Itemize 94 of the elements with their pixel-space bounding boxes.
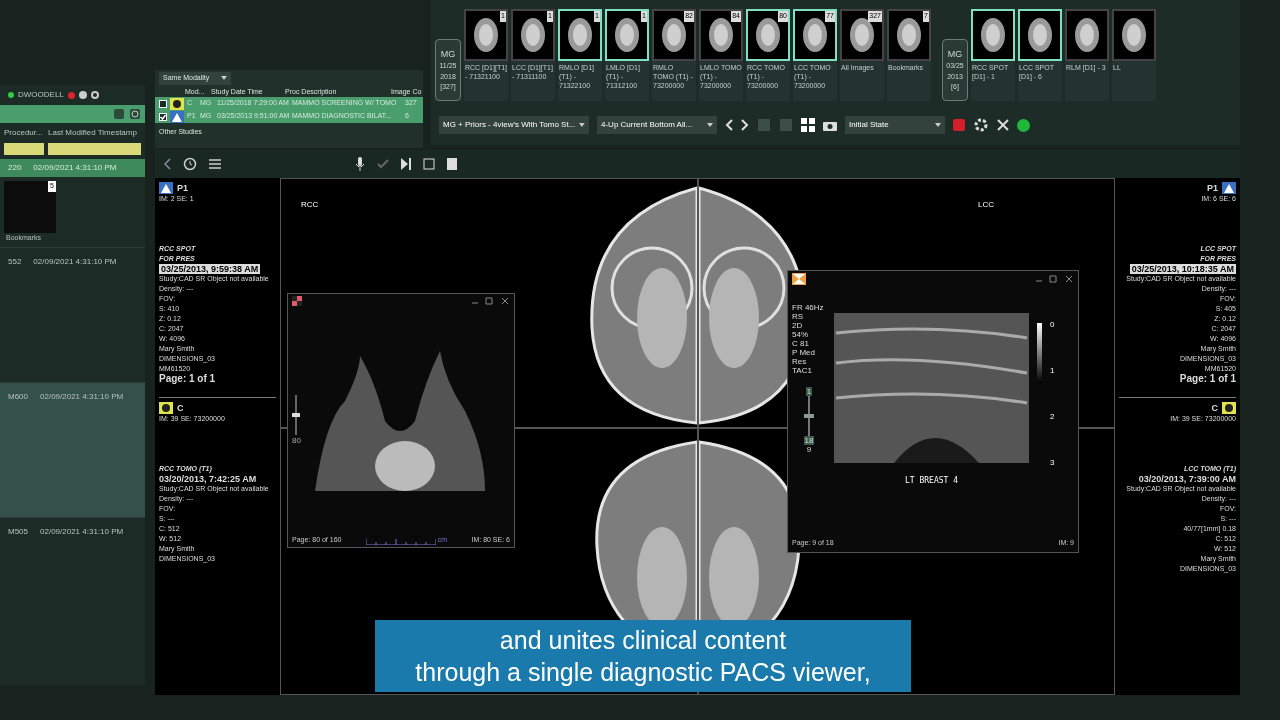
scan-setting: 2D — [792, 321, 804, 330]
viewport-marker: C — [177, 403, 184, 413]
mammogram-thumbnail-drawing — [565, 15, 595, 55]
user-name: DWOODELL — [18, 89, 64, 101]
status-dot-icon — [8, 92, 14, 98]
grid-layout-icon[interactable] — [801, 118, 815, 132]
scan-setting: RS — [792, 312, 805, 321]
scan-setting: TAC1 — [792, 366, 813, 375]
checkmark-icon[interactable] — [377, 159, 389, 169]
slider-label: 9 — [806, 445, 812, 454]
subtitle-line: through a single diagnostic PACS viewer, — [415, 657, 871, 688]
mammogram-thumbnail-drawing — [1025, 15, 1055, 55]
caret-icon — [579, 123, 585, 127]
page-indicator: Page: 1 of 1 — [159, 374, 216, 384]
slider-thumb[interactable] — [804, 414, 814, 418]
refresh-icon[interactable] — [129, 108, 141, 120]
mammogram-thumbnail-drawing — [1119, 15, 1149, 55]
camera-icon[interactable] — [823, 119, 837, 131]
mammogram-thumbnail-drawing — [612, 15, 642, 55]
back-icon[interactable] — [163, 158, 171, 170]
row-timestamp: 02/09/2021 4:31:10 PM — [33, 162, 117, 174]
layout-dropdown[interactable]: 4-Up Current Bottom All... — [597, 116, 717, 134]
viewport-marker: P1 — [177, 183, 188, 193]
row-timestamp: 02/09/2021 4:31:10 PM — [40, 391, 124, 403]
mammogram-thumbnail-drawing — [978, 15, 1008, 55]
settings-icon[interactable] — [90, 91, 99, 99]
row-id: M505 — [8, 526, 28, 538]
state-dropdown[interactable]: Initial State — [845, 116, 945, 134]
image-caption: LT BREAST 4 — [905, 475, 958, 487]
viewport-marker: P1 — [1207, 183, 1218, 193]
worklist-row[interactable]: M600 02/09/2021 4:31:10 PM — [0, 382, 145, 517]
row-id: 552 — [8, 256, 22, 268]
hourglass-icon — [792, 273, 806, 285]
triangle-marker-icon — [170, 110, 184, 123]
view-label: LCC — [978, 199, 994, 211]
microphone-icon[interactable] — [355, 157, 365, 171]
slice-number: 80 — [292, 434, 301, 447]
checker-icon — [292, 296, 302, 306]
subtitle-line: and unites clinical content — [499, 625, 787, 656]
window-controls-icon[interactable] — [1034, 275, 1074, 283]
circle-marker-icon — [170, 97, 184, 110]
depth-label: 1 — [1050, 365, 1055, 377]
filter-field[interactable] — [48, 143, 141, 155]
row-id: M600 — [8, 391, 28, 403]
scan-setting: FR 46Hz — [792, 303, 825, 312]
slider-label: 18 — [803, 436, 815, 445]
depth-label: 2 — [1050, 411, 1055, 423]
next-icon[interactable] — [741, 119, 749, 131]
column-header[interactable]: Procedur... — [4, 127, 44, 139]
mammogram-thumbnail-drawing — [471, 15, 501, 55]
thumbnail-frame[interactable] — [1112, 9, 1156, 61]
caret-icon — [935, 123, 941, 127]
acquisition-date: 03/25/2013, 9:59:38 AM — [159, 264, 261, 274]
hanging-protocol-dropdown[interactable]: MG + Priors - 4view's With Tomo St... — [439, 116, 589, 134]
previous-icon[interactable] — [725, 119, 733, 131]
row-timestamp: 02/09/2021 4:31:10 PM — [40, 526, 124, 538]
external-window-icon[interactable] — [423, 158, 435, 170]
grayscale-bar — [1037, 323, 1042, 383]
viewport-marker: C — [1211, 403, 1218, 413]
close-icon[interactable] — [997, 119, 1009, 131]
scan-setting: C 81 — [792, 339, 810, 348]
filter-field[interactable] — [4, 143, 44, 155]
checkbox[interactable] — [159, 112, 167, 121]
history-icon[interactable] — [183, 157, 197, 171]
thumbnail-frame[interactable] — [1065, 9, 1109, 61]
scan-setting: P Med — [792, 348, 816, 357]
worklist-row[interactable]: 220 02/09/2021 4:31:10 PM — [0, 159, 145, 177]
column-header[interactable]: Last Modified Timestamp — [48, 127, 141, 139]
record-icon — [67, 91, 75, 99]
caret-icon — [221, 76, 227, 81]
view-label: RCC — [301, 199, 319, 211]
page-indicator: Page: 1 of 1 — [1179, 374, 1236, 384]
caret-icon — [707, 123, 713, 127]
scan-setting: Res — [792, 357, 808, 366]
row-timestamp: 02/09/2021 4:31:10 PM — [33, 256, 117, 268]
depth-label: 3 — [1050, 457, 1055, 469]
mammogram-thumbnail-drawing — [894, 15, 924, 55]
status-dot-icon — [1017, 118, 1030, 132]
slider-label: 1 — [805, 387, 813, 396]
depth-label: 0 — [1050, 319, 1055, 331]
slider-thumb[interactable] — [292, 412, 301, 417]
settings-icon[interactable] — [973, 117, 989, 133]
acquisition-date: 03/20/2013, 7:42:25 AM — [159, 474, 257, 484]
row-id: 220 — [8, 162, 22, 174]
list-icon[interactable] — [209, 159, 221, 169]
scale-bar — [365, 539, 436, 546]
window-controls-icon[interactable] — [470, 297, 510, 305]
checkbox[interactable] — [159, 99, 167, 108]
mammogram-thumbnail-drawing — [518, 15, 548, 55]
scan-setting: 54% — [792, 330, 809, 339]
skip-icon[interactable] — [401, 158, 411, 170]
mammogram-thumbnail-drawing — [1072, 15, 1102, 55]
acquisition-date: 03/25/2013, 10:18:35 AM — [1129, 264, 1236, 274]
acquisition-date: 03/20/2013, 7:39:00 AM — [1138, 474, 1236, 484]
